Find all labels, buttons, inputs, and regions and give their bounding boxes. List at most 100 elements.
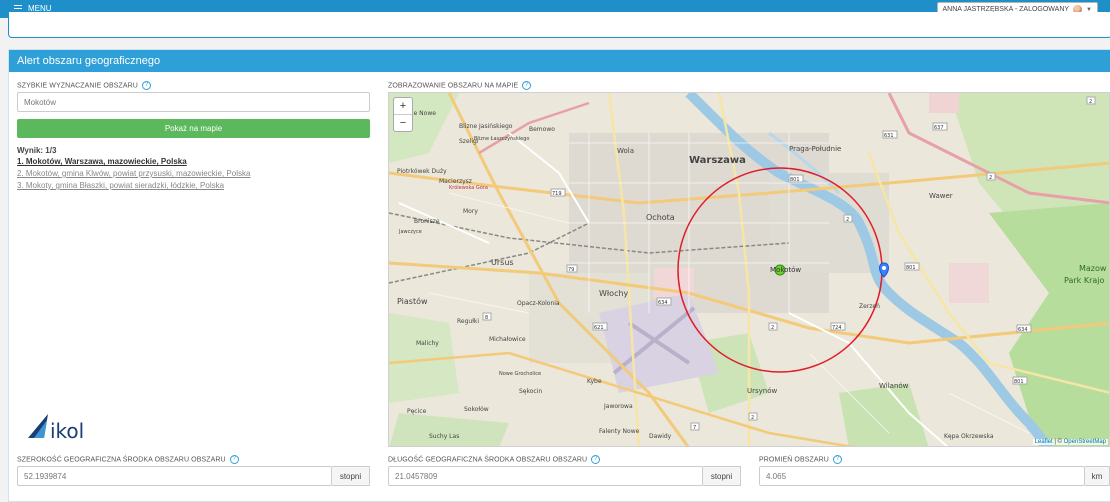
radius-label: PROMIEŃ OBSZARU? <box>759 455 842 464</box>
road-shield-724: 724 <box>830 322 846 331</box>
help-icon[interactable]: ? <box>522 81 532 90</box>
svg-text:631: 631 <box>884 133 894 139</box>
svg-text:2: 2 <box>846 217 849 223</box>
latitude-label: SZEROKOŚĆ GEOGRAFICZNA ŚRODKA OBSZARU OB… <box>17 455 239 464</box>
result-item-1[interactable]: 1. Mokotów, Warszawa, mazowieckie, Polsk… <box>17 157 187 166</box>
previous-panel <box>8 12 1110 38</box>
logo-mark-icon: ikol <box>28 414 84 443</box>
road-shield-637: 637 <box>932 122 948 131</box>
road-shield-2a: 2 <box>843 214 853 223</box>
place-dawidy: Dawidy <box>649 433 672 440</box>
svg-text:724: 724 <box>832 325 842 331</box>
road-shield-801a: 801 <box>788 174 804 183</box>
place-bemowo: Bemowo <box>529 126 555 133</box>
place-piastow: Piastów <box>397 296 428 306</box>
osm-link[interactable]: OpenStreetMap <box>1064 439 1106 445</box>
place-nowe: Nowe Grocholice <box>499 371 541 377</box>
road-shield-7: 7 <box>690 422 700 431</box>
longitude-input[interactable]: 21.0457809 <box>388 466 703 486</box>
latitude-value: 52.1939874 <box>24 471 67 481</box>
show-on-map-button[interactable]: Pokaż na mapie <box>17 119 370 138</box>
help-icon[interactable]: ? <box>141 81 151 90</box>
svg-text:8: 8 <box>485 315 488 321</box>
place-ursynow: Ursynów <box>747 387 778 395</box>
place-park: Park Krajo <box>1064 276 1104 285</box>
location-search-input[interactable]: Mokotów <box>17 92 370 112</box>
place-ochota: Ochota <box>646 213 675 222</box>
place-mory: Mory <box>463 208 478 215</box>
longitude-label-text: DŁUGOŚĆ GEOGRAFICZNA ŚRODKA OBSZARU OBSZ… <box>388 456 588 464</box>
svg-text:634: 634 <box>658 300 668 306</box>
longitude-unit: stopni <box>703 466 741 486</box>
latitude-label-text: SZEROKOŚĆ GEOGRAFICZNA ŚRODKA OBSZARU OB… <box>17 456 226 464</box>
svg-text:801: 801 <box>1014 379 1024 385</box>
panel-title: Alert obszaru geograficznego <box>9 50 1110 72</box>
logo-text: ikol <box>50 419 84 443</box>
help-icon[interactable]: ? <box>229 455 239 464</box>
radius-unit: km <box>1085 466 1110 486</box>
place-opacz: Opacz-Kolonia <box>517 300 560 307</box>
place-blizne-l: Blizne Łaszczyńskiego <box>474 135 529 142</box>
road-shield-621: 621 <box>592 322 608 331</box>
help-icon[interactable]: ? <box>832 455 842 464</box>
svg-text:2: 2 <box>989 175 992 181</box>
place-wawer: Wawer <box>929 192 953 200</box>
svg-text:719: 719 <box>552 191 562 197</box>
road-shield-2d: 2 <box>748 412 758 421</box>
place-regulki: Regułki <box>457 318 479 325</box>
svg-text:2: 2 <box>751 415 754 421</box>
svg-text:634: 634 <box>1018 327 1028 333</box>
place-zerzen: Zerzeń <box>859 303 880 310</box>
svg-text:801: 801 <box>790 177 800 183</box>
place-ursus: Ursus <box>491 258 514 267</box>
location-search-placeholder: Mokotów <box>24 97 57 107</box>
svg-text:801: 801 <box>906 265 916 271</box>
ikol-logo: ikol <box>22 412 102 444</box>
road-shield-2b: 2 <box>986 172 996 181</box>
road-shield-8: 8 <box>482 312 492 321</box>
place-mazow: Mazow <box>1079 264 1107 273</box>
place-wlochy: Włochy <box>599 289 629 298</box>
svg-text:7: 7 <box>693 425 696 431</box>
road-shield-634b: 634 <box>1016 324 1032 333</box>
place-bronisze: Bronisze <box>414 218 440 225</box>
leaflet-link[interactable]: Leaflet <box>1035 439 1053 445</box>
place-malichy: Malichy <box>416 340 439 347</box>
results-title: Wynik: 1/3 <box>17 146 57 155</box>
radius-value: 4.065 <box>766 471 787 481</box>
svg-text:79: 79 <box>568 267 574 273</box>
marker-label: Mokotów <box>770 266 801 274</box>
road-shield-631: 631 <box>882 130 898 139</box>
place-suchy: Suchy Las <box>429 433 459 440</box>
svg-text:621: 621 <box>594 325 604 331</box>
place-jaworowa: Jaworowa <box>603 403 633 410</box>
place-wilanow: Wilanów <box>879 382 909 390</box>
area-map[interactable]: Mokotów Warszawa Praga-Południe Wola Och… <box>388 92 1110 447</box>
svg-text:637: 637 <box>934 125 944 131</box>
place-falenty: Falenty Nowe <box>599 428 640 435</box>
help-icon[interactable]: ? <box>591 455 601 464</box>
result-item-3[interactable]: 3. Mokoty, gmina Błaszki, powiat sieradz… <box>17 181 224 190</box>
zoom-out-button[interactable]: − <box>394 115 412 131</box>
place-warszawa: Warszawa <box>689 155 746 166</box>
longitude-value: 21.0457809 <box>395 471 438 481</box>
place-sokolow: Sokołów <box>464 406 489 413</box>
zoom-in-button[interactable]: + <box>394 98 412 115</box>
place-blizne-j: Blizne Jasińskiego <box>459 123 513 130</box>
result-item-2[interactable]: 2. Mokotów, gmina Klwów, powiat przysusk… <box>17 169 250 178</box>
place-piotrkowek: Piotrkówek Duży <box>397 168 447 175</box>
place-kepa: Kępa Okrzewska <box>944 433 994 440</box>
road-shield-801b: 801 <box>904 262 920 271</box>
quick-area-label-text: SZYBKIE WYZNACZANIE OBSZARU <box>17 82 138 90</box>
quick-area-label: SZYBKIE WYZNACZANIE OBSZARU? <box>17 81 151 90</box>
place-piecice: Pęcice <box>407 408 427 415</box>
radius-input[interactable]: 4.065 <box>759 466 1085 486</box>
road-shield-79: 79 <box>566 264 578 273</box>
latitude-input[interactable]: 52.1939874 <box>17 466 332 486</box>
map-label-text: ZOBRAZOWANIE OBSZARU NA MAPIE <box>388 82 519 90</box>
place-wola: Wola <box>617 147 634 155</box>
longitude-label: DŁUGOŚĆ GEOGRAFICZNA ŚRODKA OBSZARU OBSZ… <box>388 455 601 464</box>
svg-text:2: 2 <box>771 325 774 331</box>
road-shield-801c: 801 <box>1012 376 1028 385</box>
map-canvas[interactable]: Mokotów Warszawa Praga-Południe Wola Och… <box>389 93 1110 447</box>
